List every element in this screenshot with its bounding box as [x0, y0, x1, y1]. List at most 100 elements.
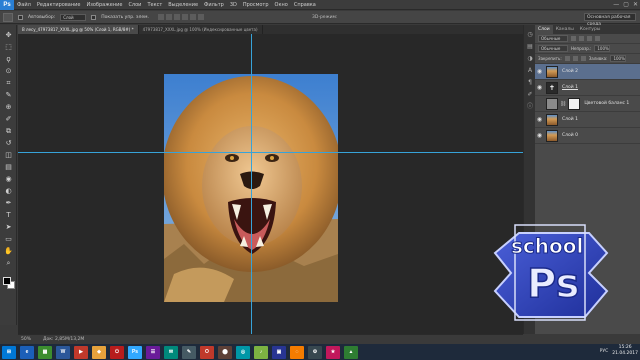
align-center-icon[interactable] [189, 14, 196, 20]
path-select-icon[interactable]: ➤ [4, 223, 13, 232]
taskbar-app-icon[interactable]: ▣ [272, 345, 286, 359]
hand-icon[interactable]: ✋ [4, 247, 13, 256]
menu-edit[interactable]: Редактирование [34, 2, 84, 8]
shape-icon[interactable]: ▭ [4, 235, 13, 244]
fill-input[interactable]: 100% [610, 55, 627, 62]
maximize-icon[interactable]: ▢ [623, 1, 629, 8]
eraser-icon[interactable]: ◫ [4, 151, 13, 160]
show-controls-checkbox[interactable] [91, 14, 97, 20]
taskbar-app-icon[interactable]: ⏻ [110, 345, 124, 359]
workspace-select[interactable]: Основная рабочая среда [584, 13, 636, 27]
filter-adjust-icon[interactable] [579, 36, 584, 41]
menu-help[interactable]: Справка [291, 2, 319, 8]
layer-kind-select[interactable]: Обычные [538, 35, 568, 42]
close-icon[interactable]: ✕ [633, 1, 638, 8]
blur-icon[interactable]: ◉ [4, 175, 13, 184]
tab-channels[interactable]: Каналы [553, 25, 577, 34]
crop-icon[interactable]: ⌗ [4, 79, 13, 88]
move-icon[interactable]: ✥ [4, 31, 13, 40]
layer-row[interactable]: ◉ Слой 2 [535, 64, 640, 80]
taskbar-app-icon[interactable]: ◆ [92, 345, 106, 359]
opacity-input[interactable]: 100% [594, 45, 611, 52]
align-bottom-icon[interactable] [173, 14, 180, 20]
guide-vertical[interactable] [251, 34, 252, 334]
history-brush-icon[interactable]: ↺ [4, 139, 13, 148]
tab-document-1[interactable]: В лесу_47973817_XXXL.jpg @ 50% (Слой 1, … [18, 25, 139, 34]
menu-image[interactable]: Изображение [83, 2, 125, 8]
tab-layers[interactable]: Слои [535, 25, 553, 34]
blend-mode-select[interactable]: Обычные [538, 45, 568, 52]
properties-icon[interactable]: ▤ [526, 43, 534, 50]
autoselect-select[interactable]: Слой [60, 13, 87, 21]
foreground-color-swatch[interactable] [3, 277, 11, 285]
brush-icon[interactable]: ✐ [4, 115, 13, 124]
quick-select-icon[interactable]: ⊙ [4, 67, 13, 76]
clone-stamp-icon[interactable]: ⧉ [4, 127, 13, 136]
taskbar-app-icon[interactable]: ☰ [146, 345, 160, 359]
marquee-icon[interactable]: ⬚ [4, 43, 13, 52]
filter-pixel-icon[interactable] [571, 36, 576, 41]
gradient-icon[interactable]: ▤ [4, 163, 13, 172]
zoom-level[interactable]: 50% [21, 337, 31, 342]
character-icon[interactable]: A [526, 67, 534, 74]
taskbar-app-icon[interactable]: ▶ [74, 345, 88, 359]
history-icon[interactable]: ◷ [526, 31, 534, 38]
move-tool-preset[interactable] [3, 12, 13, 22]
lock-image-icon[interactable] [572, 56, 578, 61]
canvas-area[interactable] [18, 34, 523, 334]
visibility-eye-icon[interactable]: ◉ [535, 84, 544, 91]
info-icon[interactable]: ⓘ [526, 103, 534, 110]
taskbar-app-icon[interactable]: ★ [326, 345, 340, 359]
start-button[interactable]: ⊞ [2, 345, 16, 359]
menu-3d[interactable]: 3D [227, 2, 240, 8]
lock-position-icon[interactable] [580, 56, 586, 61]
menu-filter[interactable]: Фильтр [201, 2, 227, 8]
taskbar-app-icon[interactable]: ⚙ [308, 345, 322, 359]
taskbar-app-icon[interactable]: Ps [128, 345, 142, 359]
type-icon[interactable]: T [4, 211, 13, 220]
taskbar-app-icon[interactable]: e [20, 345, 34, 359]
menu-type[interactable]: Текст [144, 2, 165, 8]
zoom-icon[interactable]: ⌕ [4, 259, 13, 268]
align-right-icon[interactable] [197, 14, 204, 20]
taskbar-app-icon[interactable]: ✉ [164, 345, 178, 359]
lasso-icon[interactable]: ϙ [4, 55, 13, 64]
tab-document-2[interactable]: 47973817_XXXL.jpg @ 100% (Индексированны… [139, 25, 263, 34]
dodge-icon[interactable]: ◐ [4, 187, 13, 196]
minimize-icon[interactable]: — [613, 1, 619, 8]
taskbar-app-icon[interactable]: ◎ [236, 345, 250, 359]
filter-type-icon[interactable] [587, 36, 592, 41]
brush-panel-icon[interactable]: ✐ [526, 91, 534, 98]
menu-view[interactable]: Просмотр [240, 2, 272, 8]
clock[interactable]: 15:26 21.04.2017 [612, 345, 638, 357]
taskbar-app-icon[interactable]: ✎ [182, 345, 196, 359]
layer-row[interactable]: ◉ Слой 0 [535, 128, 640, 144]
taskbar-app-icon[interactable]: O [200, 345, 214, 359]
taskbar-app-icon[interactable]: W [56, 345, 70, 359]
guide-horizontal[interactable] [18, 152, 523, 153]
taskbar-app-icon[interactable]: ▦ [38, 345, 52, 359]
menu-select[interactable]: Выделение [165, 2, 201, 8]
align-middle-icon[interactable] [165, 14, 172, 20]
adjustments-icon[interactable]: ◑ [526, 55, 534, 62]
tab-paths[interactable]: Контуры [577, 25, 604, 34]
taskbar-app-icon[interactable]: ⬤ [218, 345, 232, 359]
taskbar-app-icon[interactable]: ▲ [344, 345, 358, 359]
layer-row[interactable]: ⛓ Цветовой баланс 1 [535, 96, 640, 112]
taskbar-app-icon[interactable]: ◌ [290, 345, 304, 359]
layer-row[interactable]: ◉ ✝ Слой 1 [535, 80, 640, 96]
menu-file[interactable]: Файл [14, 2, 34, 8]
visibility-eye-icon[interactable]: ◉ [535, 68, 544, 75]
lock-transparent-icon[interactable] [564, 56, 570, 61]
menu-window[interactable]: Окно [272, 2, 291, 8]
healing-icon[interactable]: ⊕ [4, 103, 13, 112]
language-indicator[interactable]: РУС [600, 349, 609, 354]
eyedropper-icon[interactable]: ✎ [4, 91, 13, 100]
visibility-eye-icon[interactable]: ◉ [535, 132, 544, 139]
menu-layers[interactable]: Слои [125, 2, 144, 8]
align-top-icon[interactable] [157, 14, 164, 20]
pen-icon[interactable]: ✒ [4, 199, 13, 208]
visibility-eye-icon[interactable]: ◉ [535, 116, 544, 123]
taskbar-app-icon[interactable]: ♪ [254, 345, 268, 359]
align-left-icon[interactable] [181, 14, 188, 20]
